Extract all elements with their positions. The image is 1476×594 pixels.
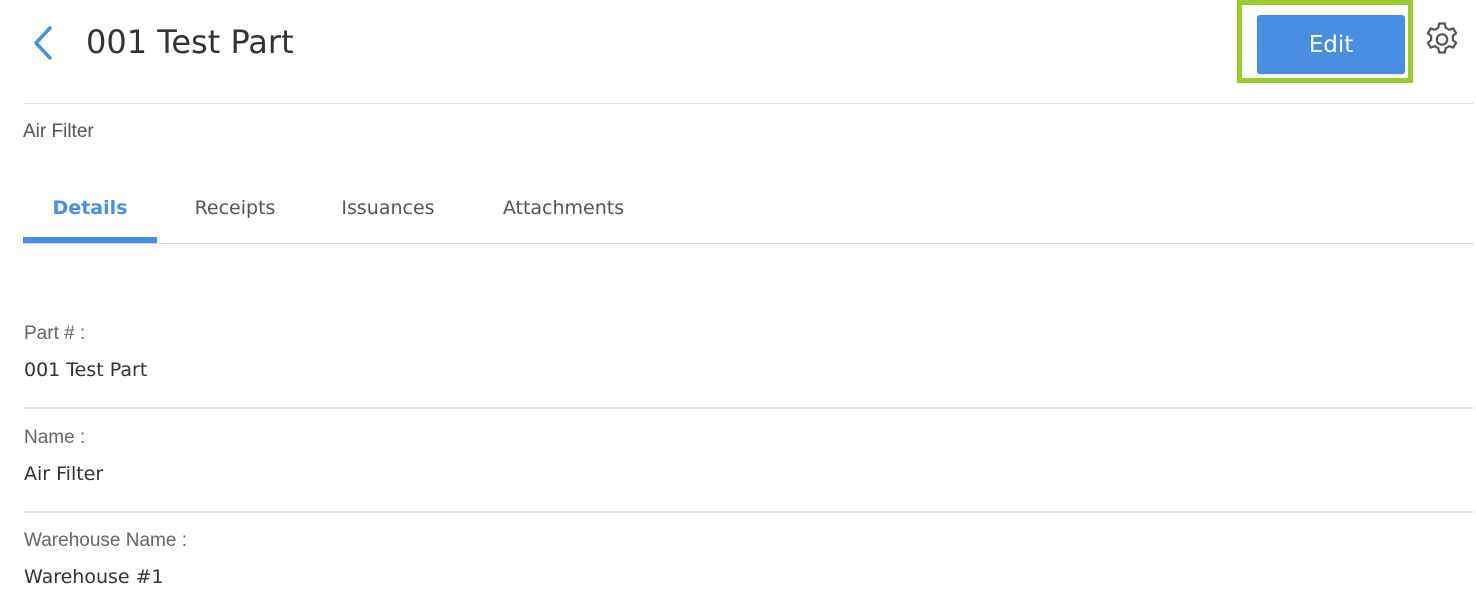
settings-button[interactable] bbox=[1422, 20, 1462, 60]
tab-details[interactable]: Details bbox=[23, 188, 157, 244]
detail-field-warehouse-name: Warehouse Name : Warehouse #1 bbox=[24, 529, 1474, 589]
part-subtitle: Air Filter bbox=[23, 121, 94, 142]
gear-icon bbox=[1426, 22, 1458, 54]
field-label: Part # : bbox=[24, 323, 86, 344]
field-divider bbox=[23, 407, 1474, 409]
tab-label: Receipts bbox=[194, 197, 276, 219]
field-divider bbox=[23, 511, 1474, 513]
tab-receipts[interactable]: Receipts bbox=[180, 188, 290, 244]
tab-label: Attachments bbox=[502, 197, 625, 219]
back-button[interactable] bbox=[26, 22, 62, 64]
part-detail-page: 001 Test Part Edit Air Filter Details Re… bbox=[0, 0, 1476, 594]
field-value: Warehouse #1 bbox=[24, 566, 164, 588]
tab-bar: Details Receipts Issuances Attachments bbox=[23, 188, 1474, 244]
field-value: 001 Test Part bbox=[24, 359, 148, 381]
tab-label: Details bbox=[52, 197, 128, 219]
detail-field-name: Name : Air Filter bbox=[24, 426, 1474, 486]
tabs-divider bbox=[23, 243, 1474, 244]
tab-label: Issuances bbox=[341, 197, 435, 219]
tab-issuances[interactable]: Issuances bbox=[328, 188, 448, 244]
field-label: Name : bbox=[24, 427, 86, 448]
tab-attachments[interactable]: Attachments bbox=[491, 188, 636, 244]
page-title: 001 Test Part bbox=[86, 23, 294, 61]
chevron-left-icon bbox=[34, 26, 52, 60]
edit-button[interactable]: Edit bbox=[1257, 15, 1405, 74]
field-label: Warehouse Name : bbox=[24, 530, 187, 551]
field-value: Air Filter bbox=[24, 463, 104, 485]
header-divider bbox=[23, 103, 1474, 104]
detail-field-part-number: Part # : 001 Test Part bbox=[24, 322, 1474, 382]
page-header: 001 Test Part Edit bbox=[0, 0, 1476, 104]
